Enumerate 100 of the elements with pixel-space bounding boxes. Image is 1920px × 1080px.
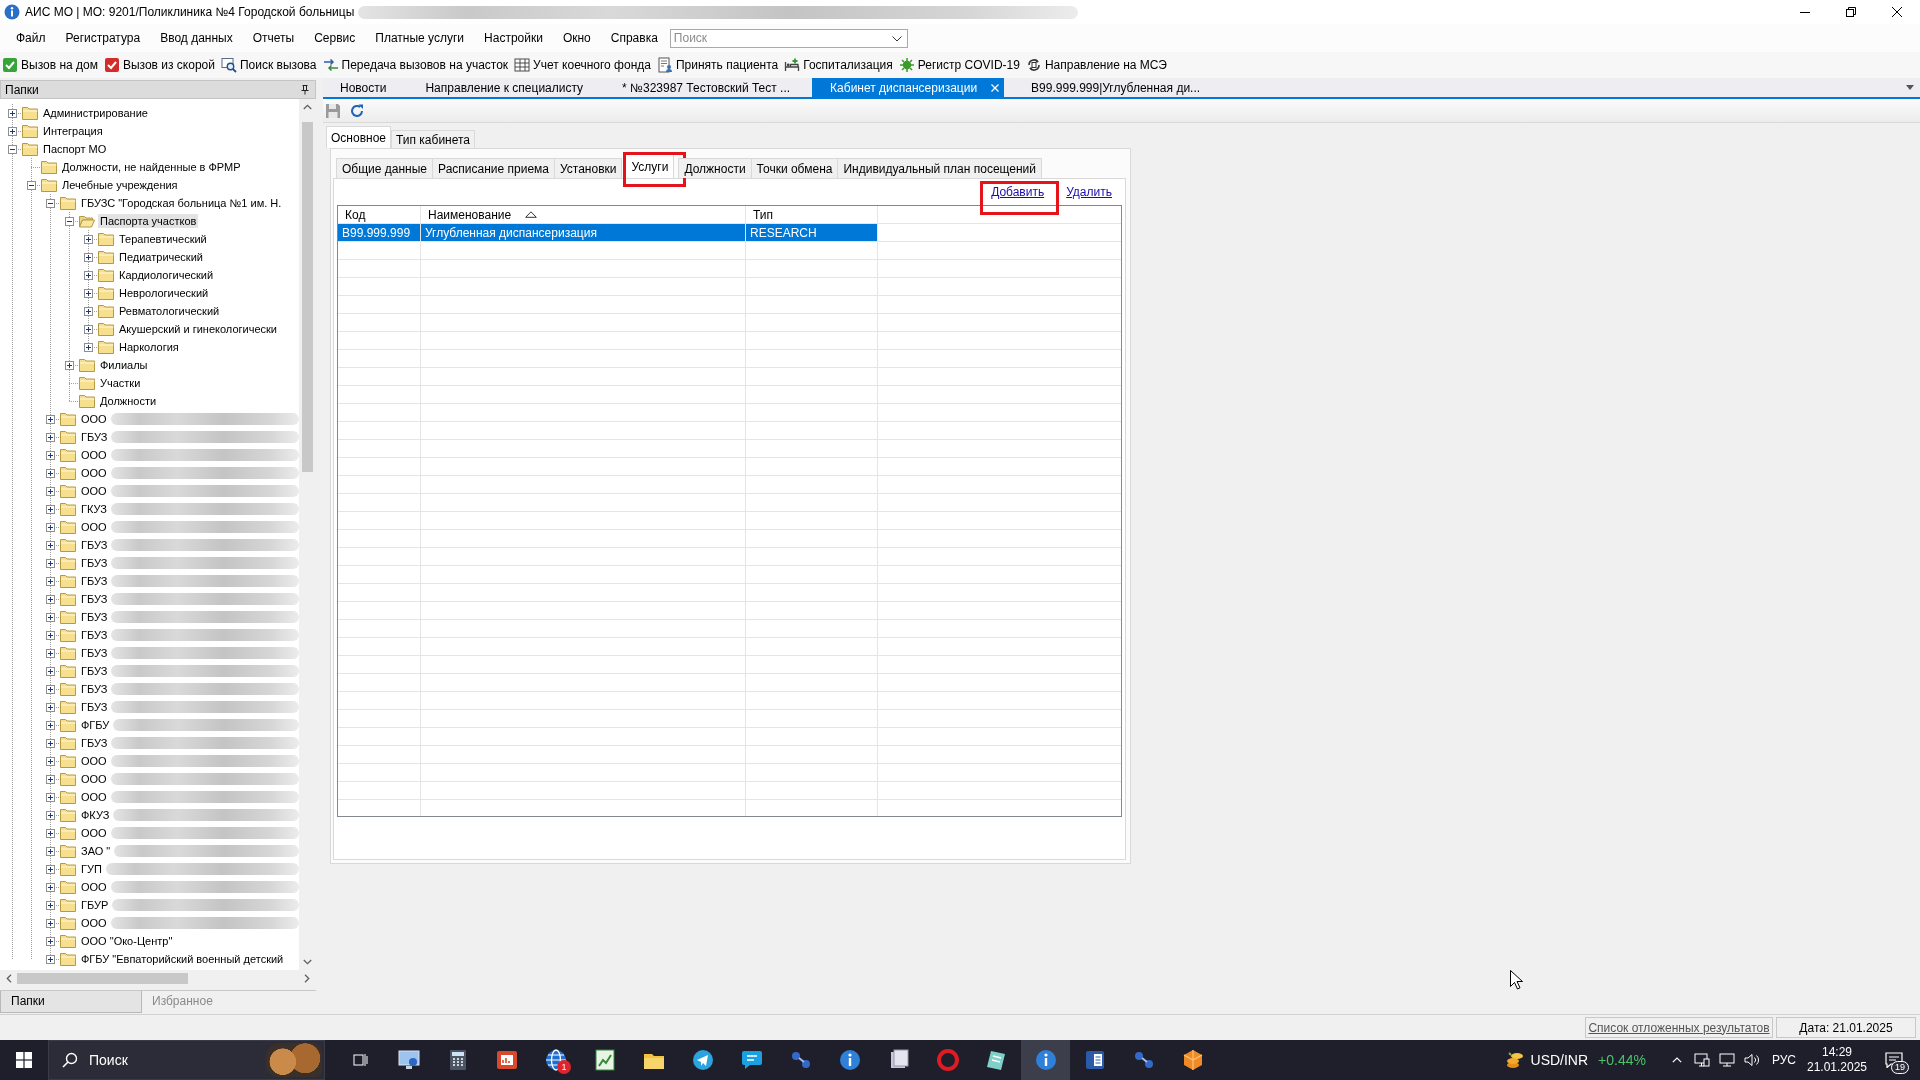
refresh-icon[interactable]	[349, 102, 365, 119]
tree-item[interactable]: ГБУЗ	[79, 700, 110, 714]
tree-item[interactable]: ГБУЗ	[79, 682, 110, 696]
collapse-toggle-icon[interactable]	[46, 198, 55, 208]
expand-toggle-icon[interactable]	[84, 270, 93, 280]
currency-pair[interactable]: USD/INR	[1530, 1052, 1589, 1068]
devices-icon[interactable]	[1693, 1052, 1710, 1068]
document-tab[interactable]: Направление к специалисту	[408, 78, 606, 97]
coins-icon[interactable]	[1504, 1050, 1525, 1070]
expand-toggle-icon[interactable]	[46, 846, 55, 856]
tree-item[interactable]: Паспорт МО	[41, 142, 109, 156]
toolbar-button[interactable]: Регистр COVID-19	[897, 54, 1021, 76]
expand-toggle-icon[interactable]	[84, 234, 93, 244]
expand-toggle-icon[interactable]	[84, 342, 93, 352]
tree-item[interactable]: ООО	[79, 916, 109, 930]
link[interactable]: Добавить	[991, 185, 1045, 199]
expand-toggle-icon[interactable]	[46, 882, 55, 892]
tree-item[interactable]: ГБУЗ	[79, 430, 110, 444]
expand-toggle-icon[interactable]	[46, 486, 55, 496]
expand-toggle-icon[interactable]	[46, 612, 55, 622]
expand-toggle-icon[interactable]	[46, 720, 55, 730]
document-tab[interactable]: * №323987 Тестовский Тест ...	[605, 78, 813, 97]
expand-toggle-icon[interactable]	[46, 684, 55, 694]
tree-item[interactable]: Терапевтический	[117, 232, 209, 246]
tree-item[interactable]: ООО	[79, 412, 109, 426]
expand-toggle-icon[interactable]	[65, 360, 74, 370]
expand-toggle-icon[interactable]	[46, 576, 55, 586]
speaker-icon[interactable]	[1743, 1052, 1760, 1068]
results-link[interactable]: Список отложенных результатов	[1585, 1017, 1773, 1038]
scrollbar-thumb[interactable]	[17, 973, 188, 984]
document-tab[interactable]: B99.999.999|Углубленная ди...	[1014, 78, 1223, 97]
expand-toggle-icon[interactable]	[46, 792, 55, 802]
expand-toggle-icon[interactable]	[46, 900, 55, 910]
tree-item[interactable]: ГБУЗС "Городская больница №1 им. Н.	[79, 196, 284, 210]
tab[interactable]: Индивидуальный план посещений	[837, 158, 1042, 178]
expand-toggle-icon[interactable]	[46, 558, 55, 568]
tree-item[interactable]: Ревматологический	[117, 304, 222, 318]
tree-item[interactable]: Должности	[98, 394, 159, 408]
expand-toggle-icon[interactable]	[46, 630, 55, 640]
menu-item[interactable]: Файл	[6, 31, 56, 45]
toolbar-button[interactable]: Передача вызовов на участок	[321, 54, 510, 76]
expand-toggle-icon[interactable]	[46, 414, 55, 424]
tree-item[interactable]: ООО	[79, 484, 109, 498]
tree-item[interactable]: ООО	[79, 754, 109, 768]
expand-toggle-icon[interactable]	[46, 702, 55, 712]
tree-item[interactable]: Участки	[98, 376, 143, 390]
link[interactable]: Удалить	[1066, 185, 1112, 199]
menu-item[interactable]: Справка	[600, 31, 668, 45]
language-indicator[interactable]: РУС	[1771, 1053, 1796, 1067]
expand-toggle-icon[interactable]	[84, 288, 93, 298]
toolbar-button[interactable]: Госпитализация	[783, 54, 894, 76]
expand-toggle-icon[interactable]	[8, 108, 17, 118]
tree-item[interactable]: ООО	[79, 790, 109, 804]
tab[interactable]: Тип кабинета	[391, 130, 476, 148]
document-tab[interactable]: Кабинет диспансеризации	[812, 78, 1005, 97]
panel-tab[interactable]: Папки	[0, 991, 142, 1013]
scrollbar-thumb[interactable]	[302, 122, 313, 472]
collapse-toggle-icon[interactable]	[27, 180, 36, 190]
tree-item[interactable]: ГБУЗ	[79, 610, 110, 624]
tree-item[interactable]: Лечебные учреждения	[60, 178, 180, 192]
caret-down-icon[interactable]	[891, 35, 902, 42]
tree-item[interactable]: ГБУР	[79, 898, 111, 912]
clock[interactable]: 14:29 21.01.2025	[1806, 1045, 1868, 1075]
tree-item[interactable]: ГБУЗ	[79, 664, 110, 678]
expand-toggle-icon[interactable]	[46, 468, 55, 478]
expand-toggle-icon[interactable]	[46, 756, 55, 766]
tree-item[interactable]: Администрирование	[41, 106, 150, 120]
tab[interactable]: Основное	[326, 126, 391, 148]
tree-item[interactable]: ЗАО "	[79, 844, 113, 858]
tree-item[interactable]: ООО	[79, 880, 109, 894]
collapse-toggle-icon[interactable]	[8, 144, 17, 154]
toolbar-button[interactable]: Вызов из скорой	[102, 54, 216, 76]
menu-item[interactable]: Сервис	[304, 31, 366, 45]
tree-item[interactable]: ГБУЗ	[79, 538, 110, 552]
toolbar-button[interactable]: Вызов на дом	[1, 54, 99, 76]
tab[interactable]: Точки обмена	[750, 158, 839, 178]
tree-item[interactable]: ООО	[79, 520, 109, 534]
expand-toggle-icon[interactable]	[46, 918, 55, 928]
notification-icon[interactable]	[1885, 1052, 1903, 1068]
tree-item[interactable]: ГБУЗ	[79, 574, 110, 588]
expand-toggle-icon[interactable]	[46, 774, 55, 784]
tree-item[interactable]: Должности, не найденные в ФРМР	[60, 160, 243, 174]
expand-toggle-icon[interactable]	[46, 648, 55, 658]
expand-toggle-icon[interactable]	[46, 828, 55, 838]
tree-item[interactable]: ГБУЗ	[79, 646, 110, 660]
toolbar-button[interactable]: Поиск вызова	[220, 54, 318, 76]
tree-item[interactable]: ООО	[79, 448, 109, 462]
taskbar-app[interactable]: 1	[531, 1040, 580, 1080]
expand-toggle-icon[interactable]	[46, 522, 55, 532]
tree-item[interactable]: ФГБУ "Евпаторийский военный детский	[79, 952, 286, 966]
expand-toggle-icon[interactable]	[46, 450, 55, 460]
expand-toggle-icon[interactable]	[46, 738, 55, 748]
table-row[interactable]: B99.999.999 Углубленная диспансеризация RESEARCH	[338, 224, 878, 242]
tree-item[interactable]: ГБУЗ	[79, 592, 110, 606]
tree-item[interactable]: Филиалы	[98, 358, 150, 372]
expand-toggle-icon[interactable]	[84, 306, 93, 316]
pin-icon[interactable]	[301, 84, 309, 95]
tree-item[interactable]: Кардиологический	[117, 268, 216, 282]
tab[interactable]: Установки	[554, 158, 623, 178]
menu-item[interactable]: Настройки	[474, 31, 553, 45]
